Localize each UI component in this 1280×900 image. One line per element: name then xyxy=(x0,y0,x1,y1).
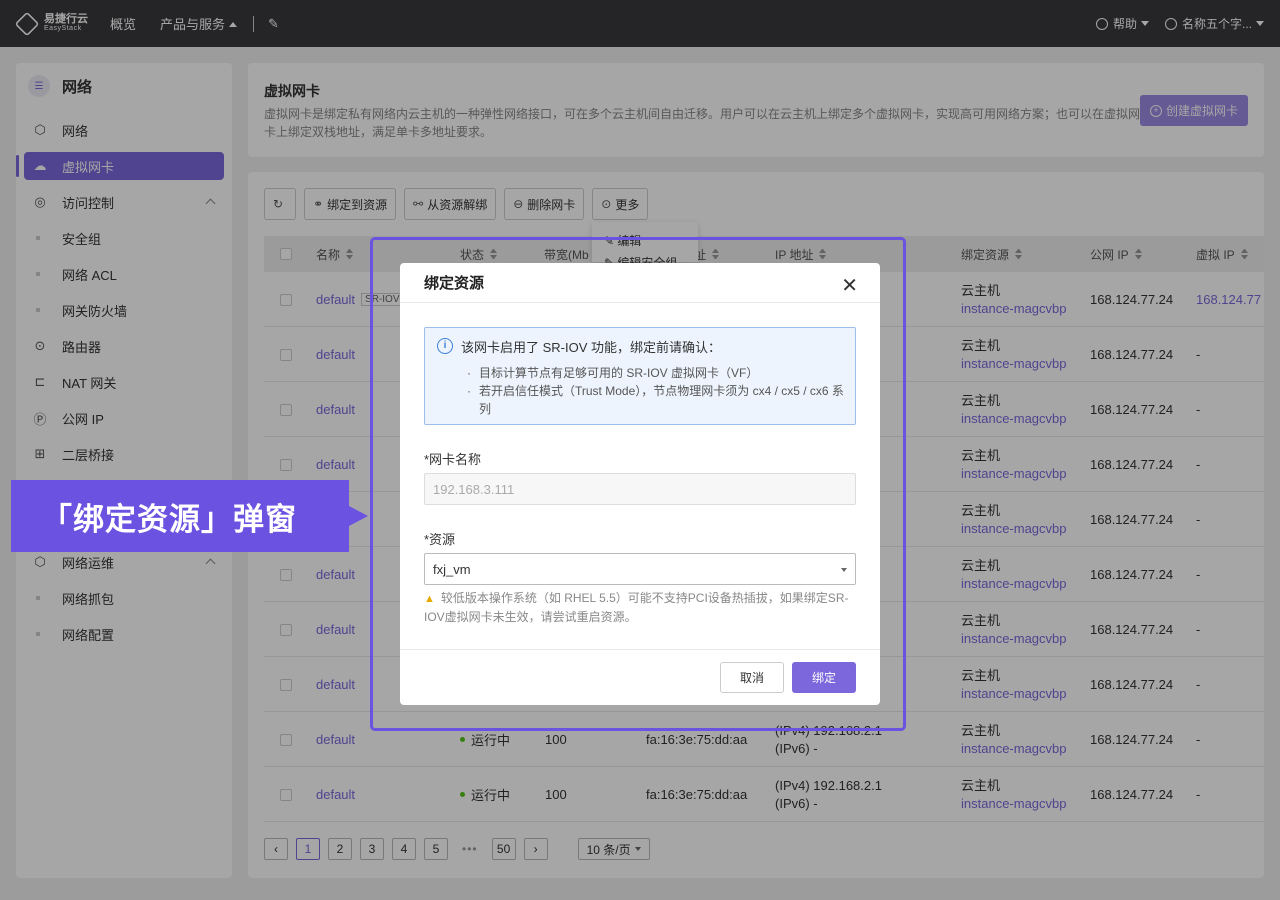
bind-button[interactable]: 绑定 xyxy=(792,662,856,693)
alert-item: 目标计算节点有足够可用的 SR-IOV 虚拟网卡（VF） xyxy=(467,364,847,382)
modal-title: 绑定资源 xyxy=(424,275,485,292)
warning-icon: ▲ xyxy=(424,593,435,605)
nic-name-value: 192.168.3.111 xyxy=(433,481,515,497)
resource-select[interactable]: fxj_vm xyxy=(424,553,856,585)
warning-message: 较低版本操作系统（如 RHEL 5.5）可能不支持PCI设备热插拔，如果绑定SR… xyxy=(424,591,849,624)
bind-resource-modal: 绑定资源 ✕ i 该网卡启用了 SR-IOV 功能，绑定前请确认： 目标计算节点… xyxy=(400,263,880,705)
alert-title: 该网卡启用了 SR-IOV 功能，绑定前请确认： xyxy=(461,340,722,355)
cancel-button[interactable]: 取消 xyxy=(720,662,784,693)
resource-label: *资源 xyxy=(424,532,456,547)
alert-item: 若开启信任模式（Trust Mode），节点物理网卡须为 cx4 / cx5 /… xyxy=(467,382,847,418)
modal-footer: 取消 绑定 xyxy=(400,649,880,705)
modal-header: 绑定资源 ✕ xyxy=(400,263,880,303)
caret-down-icon xyxy=(841,568,847,572)
warning-text: ▲ 较低版本操作系统（如 RHEL 5.5）可能不支持PCI设备热插拔，如果绑定S… xyxy=(424,589,856,626)
close-icon[interactable]: ✕ xyxy=(841,273,858,298)
annotation-callout: 「绑定资源」弹窗 xyxy=(11,480,368,552)
nic-name-input: 192.168.3.111 xyxy=(424,473,856,505)
nic-name-label: *网卡名称 xyxy=(424,452,482,467)
alert-list: 目标计算节点有足够可用的 SR-IOV 虚拟网卡（VF） 若开启信任模式（Tru… xyxy=(467,364,847,418)
info-icon: i xyxy=(437,338,453,354)
info-alert: i 该网卡启用了 SR-IOV 功能，绑定前请确认： 目标计算节点有足够可用的 … xyxy=(424,327,856,425)
resource-value: fxj_vm xyxy=(433,561,471,577)
